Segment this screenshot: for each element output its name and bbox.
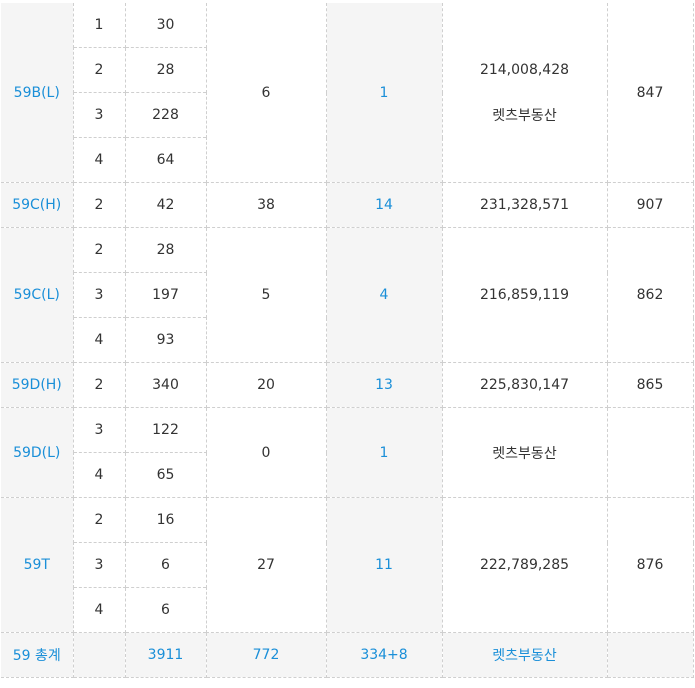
floor-cell: 2 bbox=[72, 497, 126, 543]
total-agent-cell: 렛츠부동산 bbox=[441, 632, 608, 678]
total-row: 59 총계 3911 772 334+8 렛츠부동산 bbox=[1, 632, 694, 678]
table-row: 59C(L) 2 28 5 4 216,859,119 862 bbox=[1, 227, 694, 363]
count-cell: 340 bbox=[124, 362, 207, 408]
last-value-cell: 847 bbox=[606, 3, 694, 183]
total-highlight-cell: 334+8 bbox=[325, 632, 443, 678]
empty-cell bbox=[606, 632, 694, 678]
floor-cell: 4 bbox=[73, 317, 126, 363]
highlight-cell: 4 bbox=[325, 227, 443, 363]
floor-cell: 2 bbox=[73, 47, 126, 93]
table-row: 59T 2 16 27 11 222,789,285 876 bbox=[1, 497, 694, 633]
table-row: 59C(H) 2 42 38 14 231,328,571 907 bbox=[1, 182, 694, 228]
floor-cell: 4 bbox=[73, 587, 126, 633]
unit-type-cell: 59D(H) bbox=[1, 362, 74, 408]
count-cell: 65 bbox=[124, 452, 207, 498]
highlight-cell: 11 bbox=[325, 497, 443, 633]
value-cell: 6 bbox=[205, 3, 327, 183]
floor-cell: 2 bbox=[72, 227, 126, 273]
value-cell: 0 bbox=[205, 407, 327, 498]
price-cell: 231,328,571 bbox=[441, 182, 608, 228]
count-cell: 42 bbox=[124, 182, 207, 228]
total-value-cell: 772 bbox=[205, 632, 327, 678]
agent-text: 렛츠부동산 bbox=[492, 107, 557, 124]
count-cell: 6 bbox=[124, 587, 207, 633]
count-cell: 30 bbox=[124, 3, 207, 48]
count-cell: 228 bbox=[124, 92, 207, 138]
value-cell: 38 bbox=[205, 182, 327, 228]
highlight-cell: 1 bbox=[325, 407, 443, 498]
last-value-cell bbox=[606, 407, 694, 498]
count-cell: 197 bbox=[124, 272, 207, 318]
floor-cell: 3 bbox=[72, 407, 126, 453]
price-cell: 214,008,428 렛츠부동산 bbox=[441, 3, 608, 183]
floor-cell: 3 bbox=[73, 542, 126, 588]
last-value-cell: 865 bbox=[606, 362, 694, 408]
unit-type-cell: 59T bbox=[1, 497, 74, 633]
price-cell: 225,830,147 bbox=[441, 362, 608, 408]
count-cell: 16 bbox=[124, 497, 207, 543]
count-cell: 6 bbox=[124, 542, 207, 588]
last-value-cell: 862 bbox=[606, 227, 694, 363]
highlight-cell: 14 bbox=[325, 182, 443, 228]
empty-cell bbox=[72, 632, 126, 678]
last-value-cell: 907 bbox=[606, 182, 694, 228]
highlight-cell: 13 bbox=[325, 362, 443, 408]
floor-cell: 2 bbox=[72, 362, 126, 408]
count-cell: 28 bbox=[124, 227, 207, 273]
floor-cell: 3 bbox=[73, 272, 126, 318]
table-row: 59B(L) 1 30 6 1 214,008,428 렛츠부동산 847 bbox=[1, 3, 694, 183]
count-cell: 122 bbox=[124, 407, 207, 453]
floor-cell: 2 bbox=[72, 182, 126, 228]
count-cell: 28 bbox=[124, 47, 207, 93]
agent-cell: 렛츠부동산 bbox=[441, 407, 608, 498]
unit-type-cell: 59B(L) bbox=[1, 3, 74, 183]
total-label-cell: 59 총계 bbox=[1, 632, 74, 678]
unit-type-cell: 59C(H) bbox=[1, 182, 74, 228]
unit-type-cell: 59C(L) bbox=[1, 227, 74, 363]
floor-cell: 4 bbox=[73, 137, 126, 183]
table-row: 59D(H) 2 340 20 13 225,830,147 865 bbox=[1, 362, 694, 408]
supply-table: 59B(L) 1 30 6 1 214,008,428 렛츠부동산 847 2 … bbox=[1, 3, 694, 678]
value-cell: 27 bbox=[205, 497, 327, 633]
total-count-cell: 3911 bbox=[124, 632, 207, 678]
floor-cell: 1 bbox=[72, 3, 126, 48]
floor-cell: 4 bbox=[73, 452, 126, 498]
price-cell: 222,789,285 bbox=[441, 497, 608, 633]
price-text: 214,008,428 bbox=[479, 61, 570, 78]
table-row: 59D(L) 3 122 0 1 렛츠부동산 bbox=[1, 407, 694, 498]
floor-cell: 3 bbox=[73, 92, 126, 138]
value-cell: 5 bbox=[205, 227, 327, 363]
count-cell: 93 bbox=[124, 317, 207, 363]
unit-type-cell: 59D(L) bbox=[1, 407, 74, 498]
last-value-cell: 876 bbox=[606, 497, 694, 633]
highlight-cell: 1 bbox=[325, 3, 443, 183]
value-cell: 20 bbox=[205, 362, 327, 408]
count-cell: 64 bbox=[124, 137, 207, 183]
price-cell: 216,859,119 bbox=[441, 227, 608, 363]
